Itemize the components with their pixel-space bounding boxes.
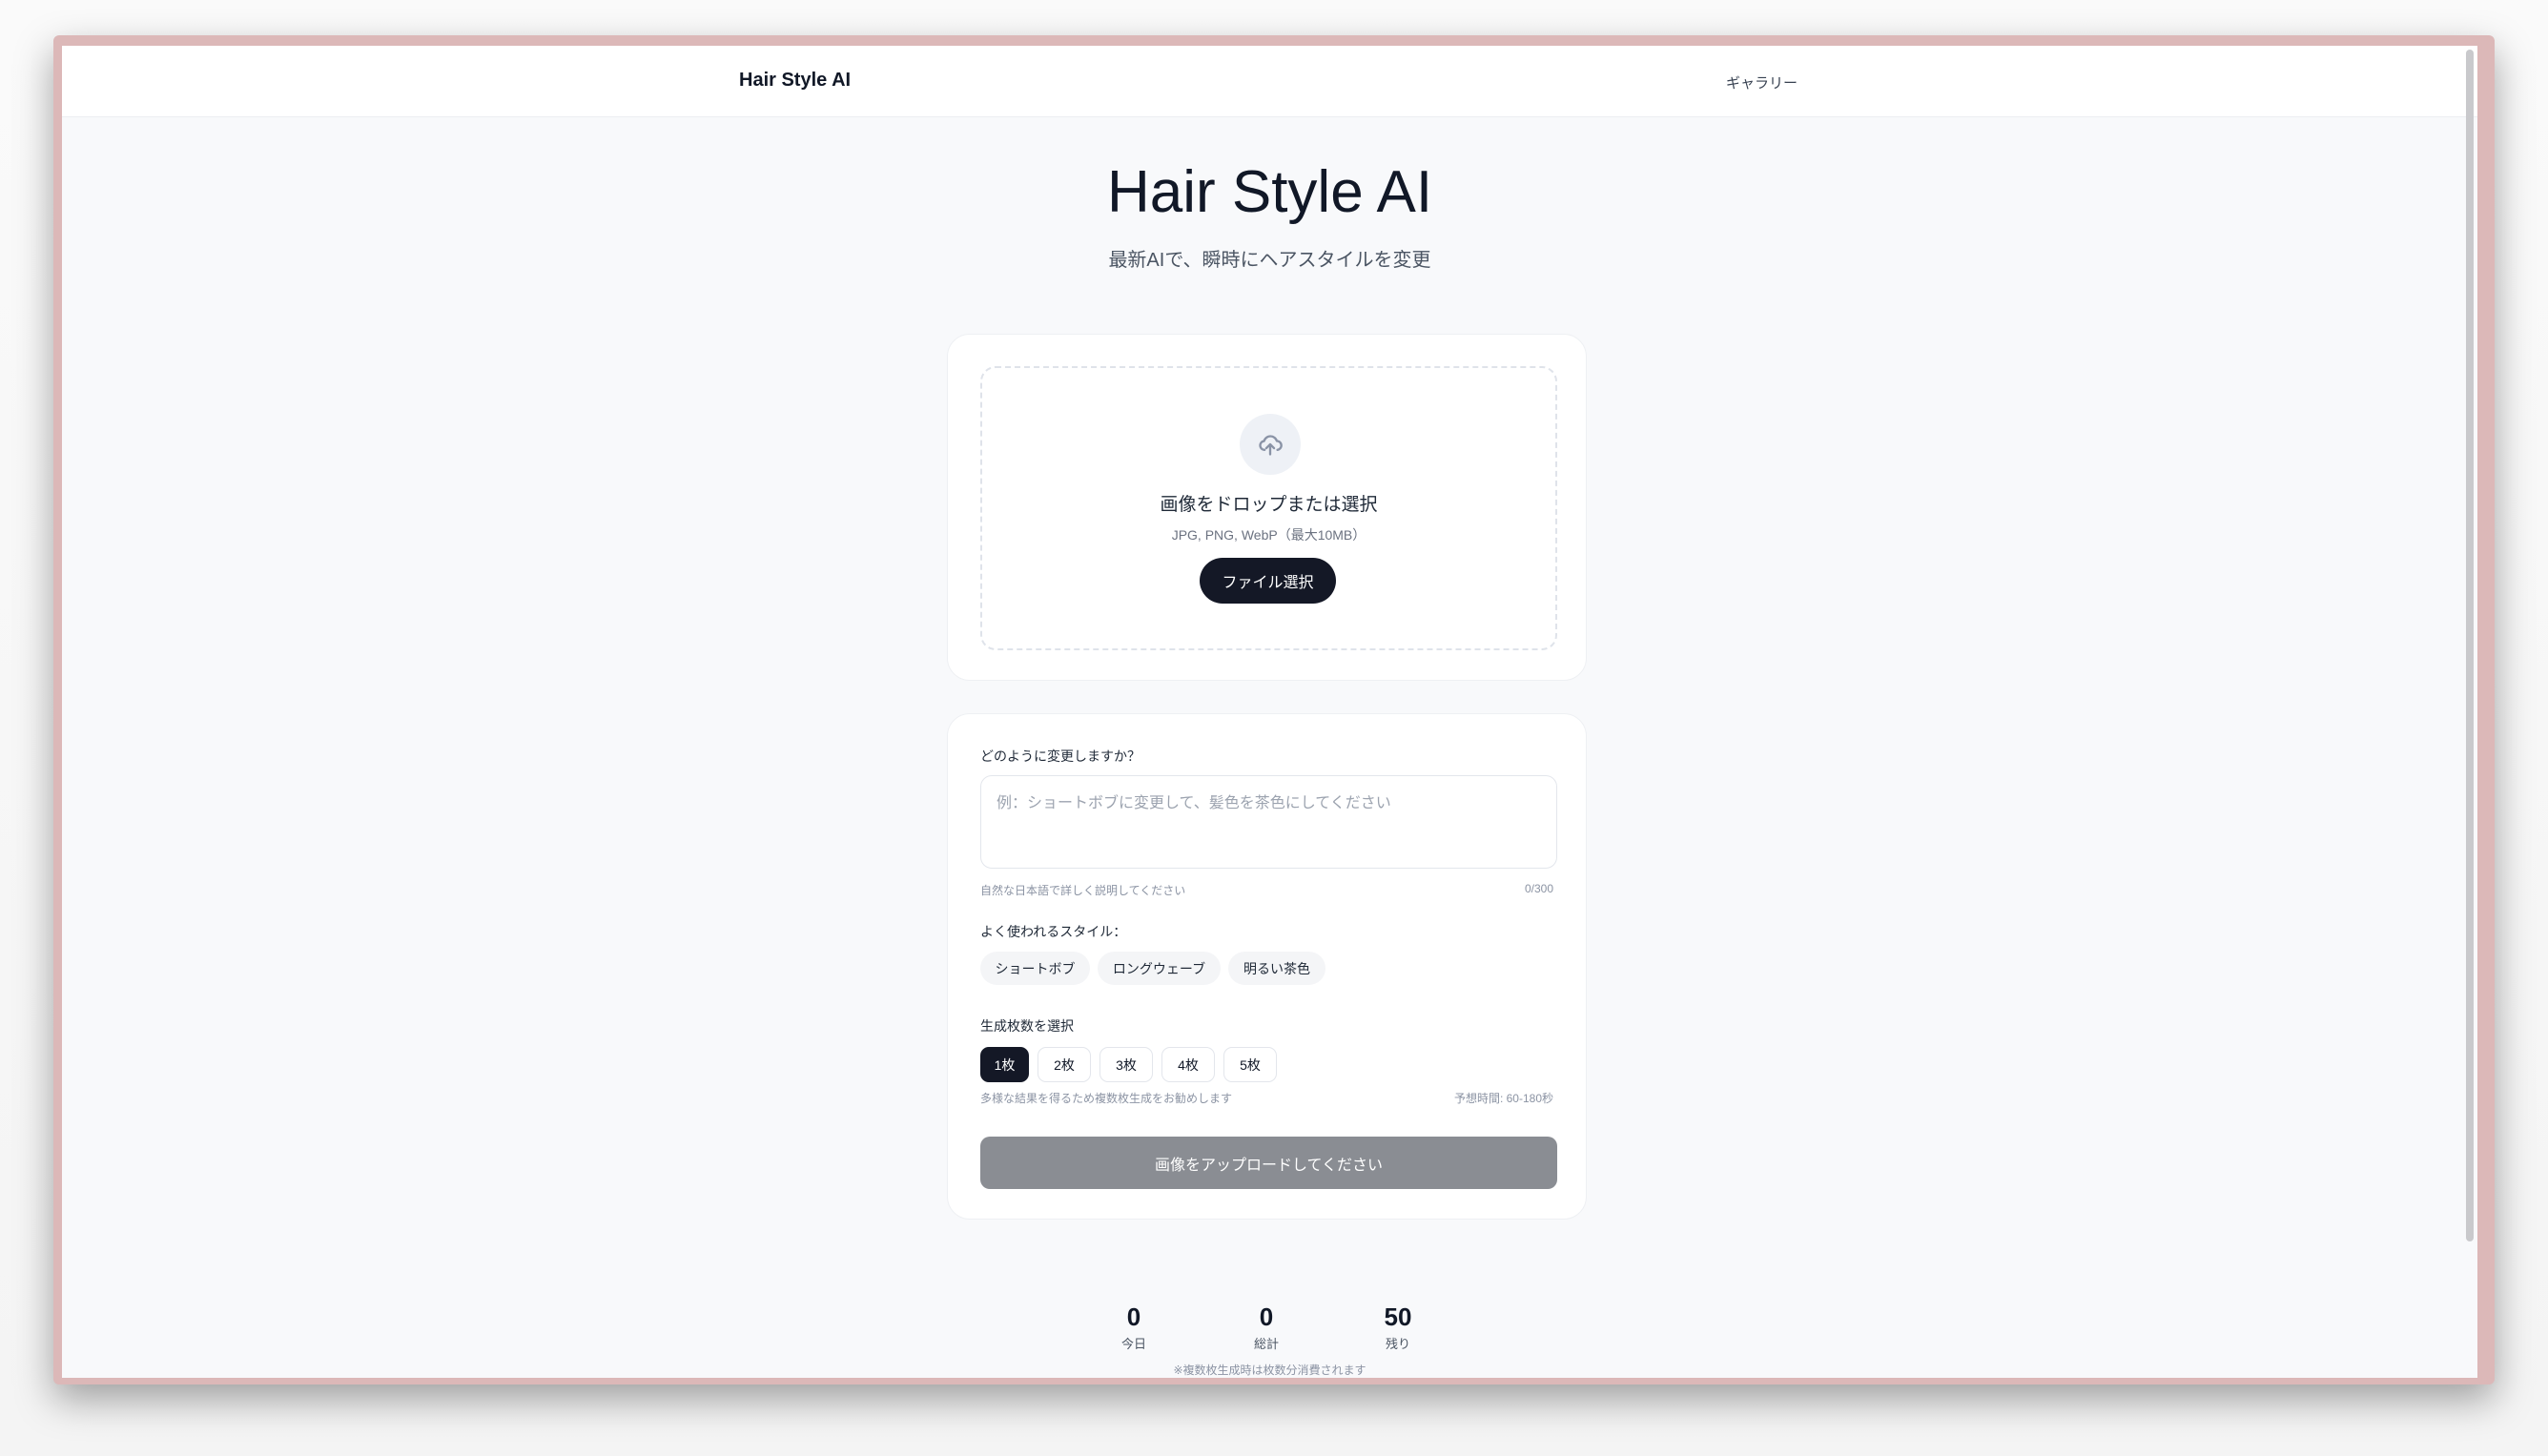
stat-label: 残り xyxy=(1385,1337,1410,1351)
stat-total: 0 総計 xyxy=(1209,1302,1324,1352)
logo[interactable]: Hair Style AI xyxy=(739,70,851,92)
style-chip-light-brown[interactable]: 明るい茶色 xyxy=(1228,952,1325,985)
styles-label: よく使われるスタイル： xyxy=(980,924,1127,939)
cloud-upload-icon xyxy=(1240,414,1301,475)
dropzone[interactable]: 画像をドロップまたは選択 JPG, PNG, WebP（最大10MB） ファイル… xyxy=(980,366,1557,650)
stats-note: ※複数枚生成時は枚数分消費されます xyxy=(1173,1364,1366,1377)
char-count: 0/300 xyxy=(1524,882,1553,895)
stat-label: 総計 xyxy=(1253,1337,1279,1351)
file-select-button[interactable]: ファイル選択 xyxy=(1200,558,1336,604)
page-subtitle: 最新AIで、瞬時にヘアスタイルを変更 xyxy=(1108,250,1431,271)
submit-button[interactable]: 画像をアップロードしてください xyxy=(980,1137,1557,1189)
stat-label: 今日 xyxy=(1120,1337,1146,1351)
scrollbar[interactable] xyxy=(2466,50,2474,1241)
style-chip-long-wave[interactable]: ロングウェーブ xyxy=(1098,952,1221,985)
dropzone-formats: JPG, PNG, WebP（最大10MB） xyxy=(1171,527,1366,543)
time-estimate: 予想時間: 60-180秒 xyxy=(1453,1092,1553,1105)
count-option-5[interactable]: 5枚 xyxy=(1223,1047,1277,1082)
style-chip-short-bob[interactable]: ショートボブ xyxy=(980,952,1090,985)
count-label: 生成枚数を選択 xyxy=(980,1018,1074,1034)
stat-value: 0 xyxy=(1126,1302,1141,1331)
count-option-3[interactable]: 3枚 xyxy=(1099,1047,1153,1082)
count-hint: 多様な結果を得るため複数枚生成をお勧めします xyxy=(980,1092,1233,1105)
count-option-2[interactable]: 2枚 xyxy=(1038,1047,1091,1082)
browser-window: Hair Style AI ギャラリー Hair Style AI 最新AIで、… xyxy=(62,46,2477,1378)
top-nav: Hair Style AI ギャラリー xyxy=(62,46,2477,117)
count-option-1[interactable]: 1枚 xyxy=(980,1047,1029,1082)
stat-remaining: 50 残り xyxy=(1341,1302,1455,1352)
prompt-label: どのように変更しますか？ xyxy=(980,749,1140,764)
stat-value: 50 xyxy=(1384,1302,1412,1331)
dropzone-title: 画像をドロップまたは選択 xyxy=(1160,495,1378,515)
stat-today: 0 今日 xyxy=(1077,1302,1191,1352)
upload-card: 画像をドロップまたは選択 JPG, PNG, WebP（最大10MB） ファイル… xyxy=(947,334,1587,681)
prompt-input[interactable] xyxy=(980,775,1557,869)
stat-value: 0 xyxy=(1259,1302,1274,1331)
prompt-help: 自然な日本語で詳しく説明してください xyxy=(980,884,1186,897)
count-option-4[interactable]: 4枚 xyxy=(1161,1047,1215,1082)
nav-gallery-link[interactable]: ギャラリー xyxy=(1726,72,1798,92)
settings-card: どのように変更しますか？ 自然な日本語で詳しく説明してください 0/300 よく… xyxy=(947,713,1587,1220)
page-title: Hair Style AI xyxy=(1106,159,1433,225)
